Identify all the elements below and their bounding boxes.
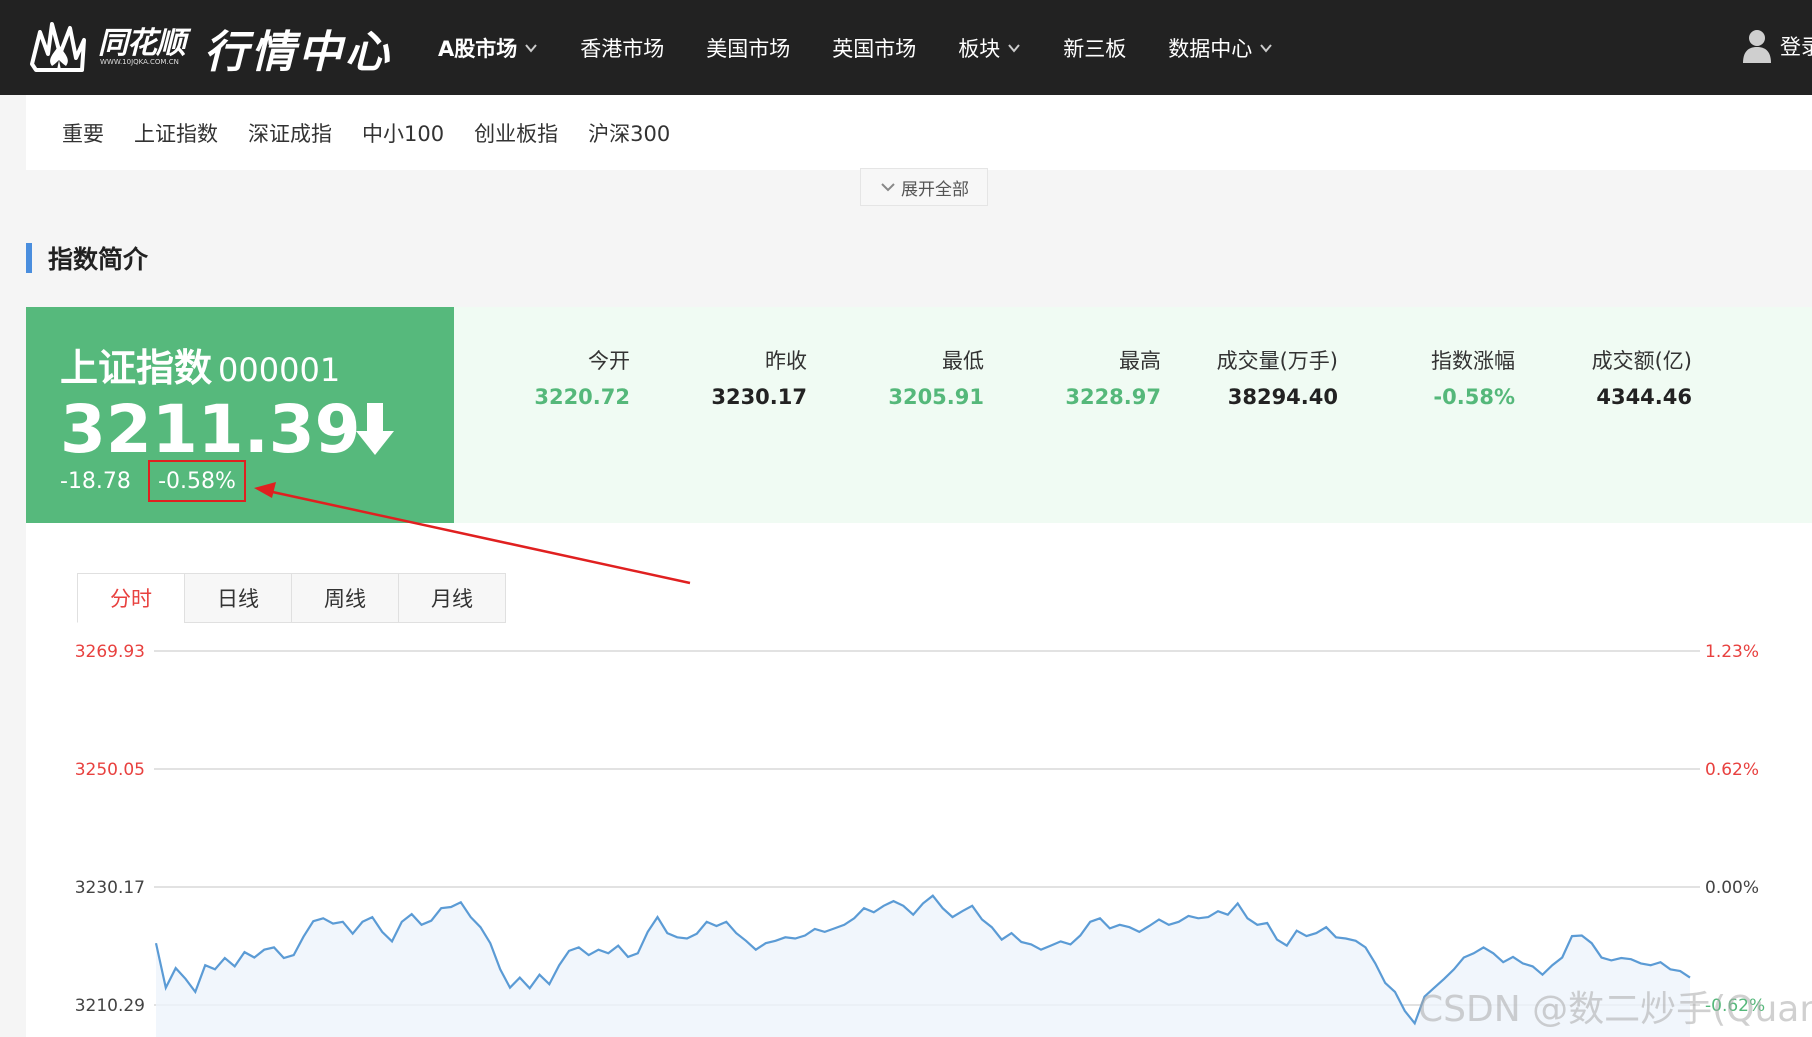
y-tick-right: 0.62%: [1705, 760, 1759, 780]
y-tick-left: 3250.05: [75, 760, 145, 780]
watermark: CSDN @数二炒手(Quant): [1418, 989, 1812, 1030]
y-tick-left: 3269.93: [75, 642, 145, 662]
y-tick-left: 3210.29: [75, 996, 145, 1016]
y-tick-right: 0.00%: [1705, 878, 1759, 898]
y-tick-right: 1.23%: [1705, 642, 1759, 662]
y-tick-left: 3230.17: [75, 878, 145, 898]
intraday-chart: 3269.93 3250.05 3230.17 3210.29 1.23% 0.62% 0.…: [75, 642, 1765, 1037]
